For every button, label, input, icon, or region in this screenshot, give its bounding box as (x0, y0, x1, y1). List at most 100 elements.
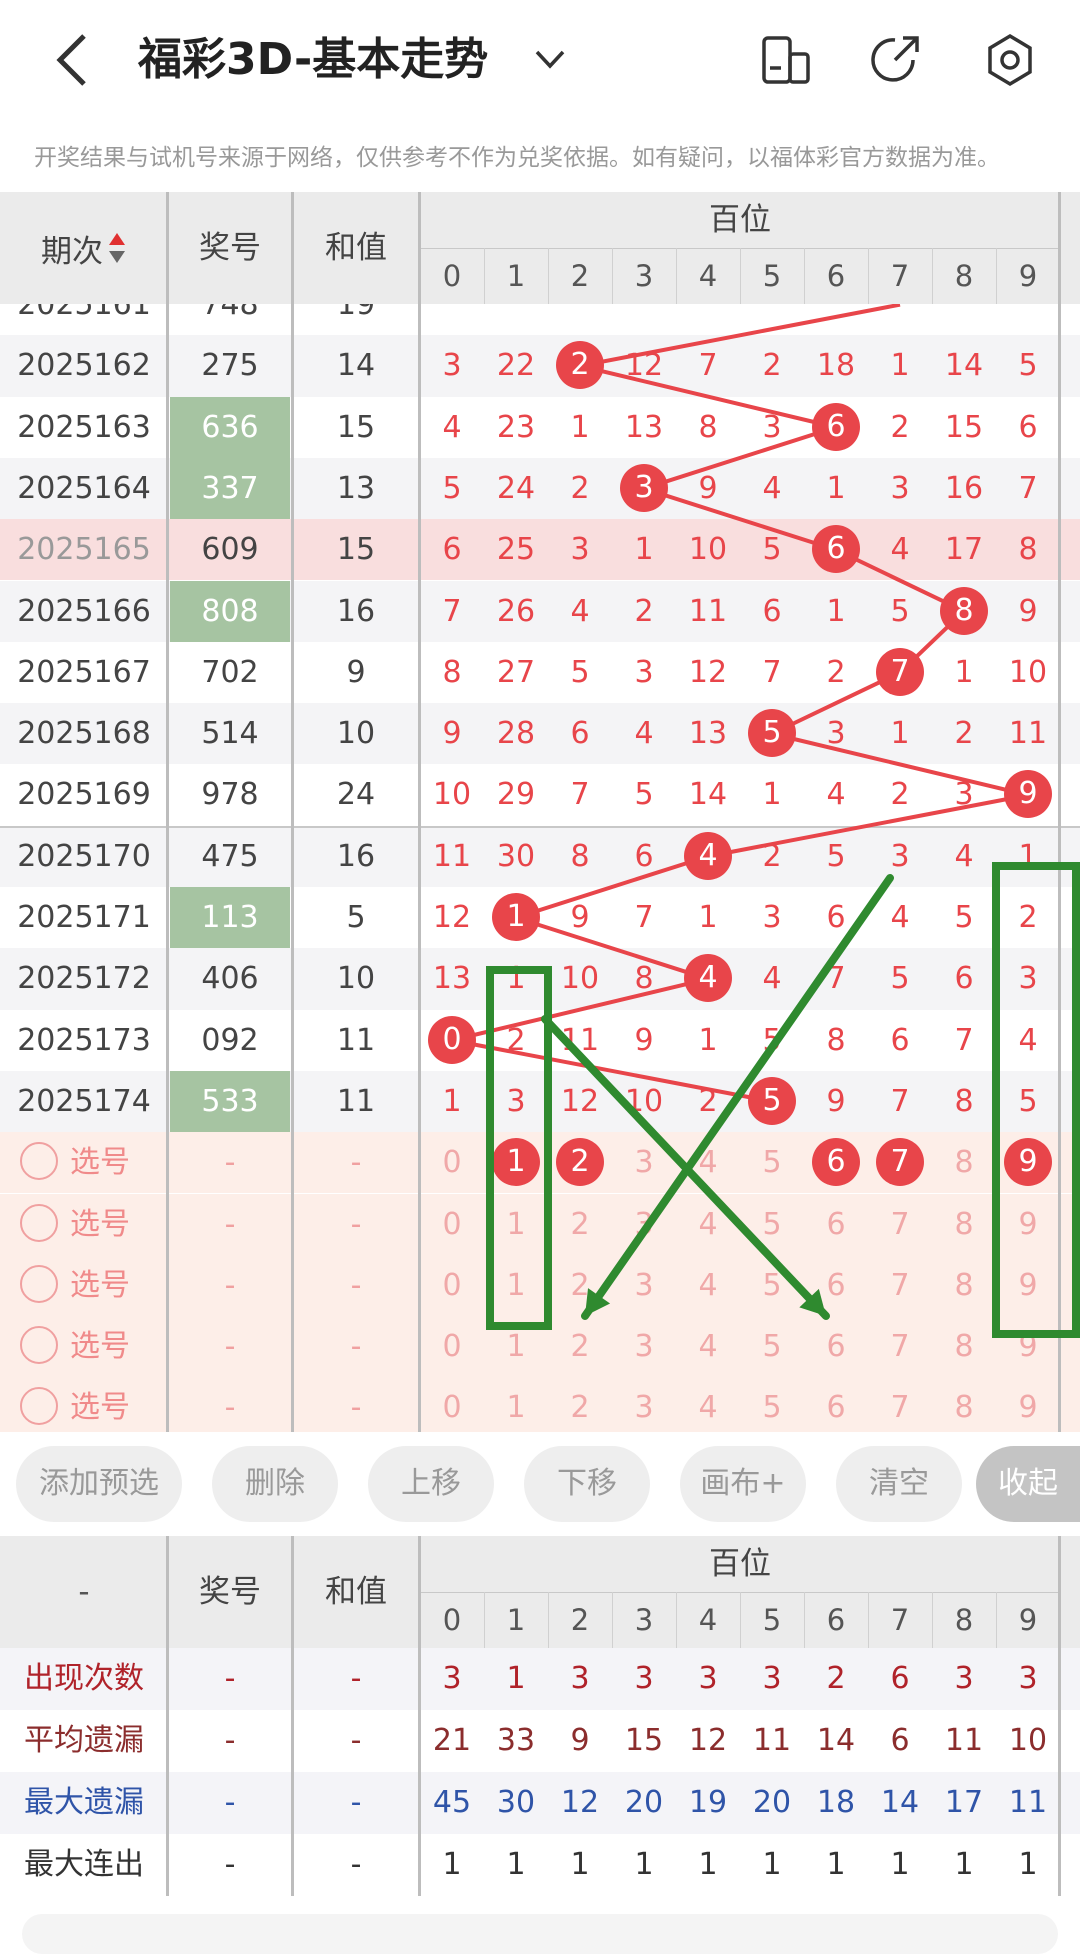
miss-count: 3 (762, 409, 782, 445)
selected-ball[interactable]: 1 (492, 1138, 540, 1187)
select-digit[interactable]: 9 (996, 1194, 1060, 1255)
select-digit[interactable]: 7 (868, 1377, 932, 1432)
select-digit[interactable]: 0 (420, 1316, 484, 1377)
selected-ball[interactable]: 6 (812, 1138, 860, 1187)
select-digit[interactable]: 8 (932, 1255, 996, 1316)
miss-count: 14 (944, 348, 984, 384)
select-radio[interactable] (20, 1142, 58, 1181)
select-label[interactable]: 选号 (70, 1194, 150, 1255)
selected-ball[interactable]: 2 (556, 1138, 604, 1187)
number-cell: 113 (201, 900, 259, 935)
select-radio[interactable] (20, 1326, 58, 1365)
digit-header-3: 3 (634, 259, 654, 293)
period-header[interactable]: 期次 (0, 192, 168, 304)
collapse-button[interactable]: 收起 (976, 1446, 1080, 1522)
stats-value: 33 (496, 1723, 536, 1758)
select-digit[interactable]: 2 (548, 1316, 612, 1377)
select-digit[interactable]: 9 (996, 1255, 1060, 1316)
select-digit[interactable]: 0 (420, 1377, 484, 1432)
select-digit[interactable]: 8 (932, 1132, 996, 1193)
select-label[interactable]: 选号 (70, 1255, 150, 1316)
select-digit[interactable]: 3 (612, 1316, 676, 1377)
move-up-button[interactable]: 上移 (368, 1446, 494, 1522)
miss-count: 2 (762, 348, 782, 384)
select-digit[interactable]: 2 (548, 1377, 612, 1432)
digit-header-2: 2 (570, 259, 590, 293)
select-digit[interactable]: 9 (996, 1377, 1060, 1432)
select-digit[interactable]: 7 (868, 1316, 932, 1377)
select-digit[interactable]: 5 (740, 1255, 804, 1316)
select-radio[interactable] (20, 1264, 58, 1303)
select-digit[interactable]: 0 (420, 1255, 484, 1316)
select-digit[interactable]: 7 (868, 1194, 932, 1255)
select-digit[interactable]: 1 (484, 1255, 548, 1316)
select-digit[interactable]: 1 (484, 1194, 548, 1255)
move-down-button[interactable]: 下移 (524, 1446, 650, 1522)
stats-row-label: 最大连出 (24, 1847, 144, 1882)
clear-button[interactable]: 清空 (836, 1446, 962, 1522)
selected-ball[interactable]: 7 (876, 1138, 924, 1187)
select-digit[interactable]: 2 (548, 1194, 612, 1255)
select-digit[interactable]: 4 (676, 1255, 740, 1316)
select-digit[interactable]: 9 (996, 1316, 1060, 1377)
layout-icon[interactable] (755, 30, 815, 90)
select-digit[interactable]: 5 (740, 1316, 804, 1377)
digit-header-5: 5 (762, 259, 782, 293)
select-digit[interactable]: 0 (420, 1194, 484, 1255)
select-digit[interactable]: 8 (932, 1316, 996, 1377)
select-digit[interactable]: 4 (676, 1132, 740, 1193)
selected-ball[interactable]: 9 (1004, 1138, 1052, 1187)
select-label[interactable]: 选号 (70, 1316, 150, 1377)
select-digit[interactable]: 3 (612, 1194, 676, 1255)
delete-button[interactable]: 删除 (212, 1446, 338, 1522)
select-label[interactable]: 选号 (70, 1132, 150, 1193)
select-label[interactable]: 选号 (70, 1377, 150, 1432)
chevron-down-icon[interactable] (533, 42, 567, 76)
digit-header-1: 1 (506, 1603, 526, 1637)
select-digit[interactable]: 1 (484, 1316, 548, 1377)
select-digit[interactable]: 6 (804, 1316, 868, 1377)
select-digit[interactable]: 1 (484, 1377, 548, 1432)
miss-count: 11 (432, 838, 472, 874)
select-digit[interactable]: 5 (740, 1194, 804, 1255)
miss-count: 5 (826, 838, 846, 874)
canvas-button[interactable]: 画布+ (680, 1446, 806, 1522)
select-digit[interactable]: 5 (740, 1377, 804, 1432)
select-digit[interactable]: 7 (868, 1255, 932, 1316)
select-digit[interactable]: 8 (932, 1194, 996, 1255)
select-digit[interactable]: 4 (676, 1377, 740, 1432)
select-digit[interactable]: 3 (612, 1255, 676, 1316)
select-digit[interactable]: 4 (676, 1316, 740, 1377)
digit-header-1: 1 (506, 259, 526, 293)
stats-value: 1 (826, 1847, 846, 1882)
back-arrow-icon[interactable] (48, 30, 98, 90)
settings-icon[interactable] (980, 30, 1040, 90)
select-number: - (224, 1145, 236, 1181)
select-sum: - (350, 1329, 362, 1365)
select-radio[interactable] (20, 1203, 58, 1242)
miss-count: 5 (954, 900, 974, 935)
select-digit[interactable]: 3 (612, 1377, 676, 1432)
select-digit[interactable]: 5 (740, 1132, 804, 1193)
add-preselect-button[interactable]: 添加预选 (16, 1446, 182, 1522)
select-digit[interactable]: 0 (420, 1132, 484, 1193)
share-icon[interactable] (865, 30, 925, 90)
miss-count: 6 (442, 532, 462, 568)
miss-count: 24 (496, 470, 536, 506)
select-digit[interactable]: 6 (804, 1377, 868, 1432)
sum-header: 和值 (325, 230, 387, 266)
page-title[interactable]: 福彩3D-基本走势 (138, 28, 488, 92)
select-digit[interactable]: 8 (932, 1377, 996, 1432)
miss-count: 16 (944, 470, 984, 506)
select-digit[interactable]: 6 (804, 1255, 868, 1316)
miss-count: 4 (762, 961, 782, 997)
stats-value: 6 (890, 1723, 910, 1758)
select-digit[interactable]: 6 (804, 1194, 868, 1255)
digit-header-0: 0 (442, 259, 462, 293)
miss-count: 6 (1018, 409, 1038, 445)
select-digit[interactable]: 2 (548, 1255, 612, 1316)
select-digit[interactable]: 4 (676, 1194, 740, 1255)
table-body[interactable]: 2025161 748 19 2025162 275 14 3 22 2 12 7 2 18 1 14 5 20… (0, 304, 1080, 1432)
miss-count: 2 (954, 716, 974, 752)
select-digit[interactable]: 3 (612, 1132, 676, 1193)
